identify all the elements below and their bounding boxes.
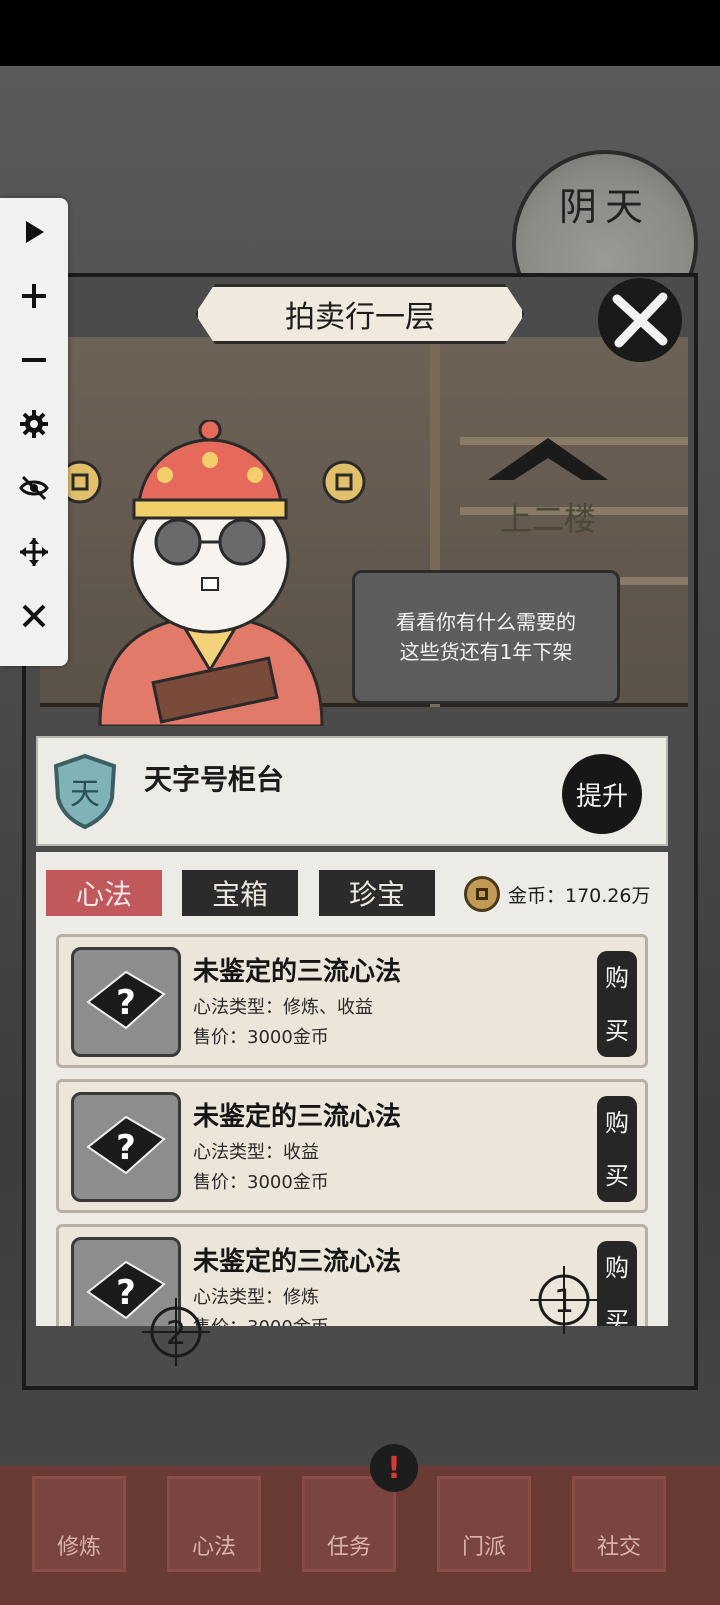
unknown-book-icon: ?	[71, 947, 181, 1057]
plus-icon	[22, 284, 46, 308]
tab-xinfa[interactable]: 心法	[46, 870, 162, 916]
svg-text:?: ?	[116, 983, 136, 1023]
nav-item-renwu[interactable]: 任务	[302, 1476, 396, 1572]
nav-label: 社交	[596, 1535, 641, 1560]
buy-label-bottom: 买	[605, 1161, 629, 1190]
nav-label: 心法	[191, 1535, 236, 1560]
marker-number: 2	[166, 1314, 186, 1352]
item-name: 未鉴定的三流心法	[193, 957, 402, 987]
close-icon	[612, 292, 668, 348]
item-price: 售价：3000金币	[193, 1027, 329, 1048]
shield-badge-icon: 天	[53, 753, 117, 830]
upstairs-button[interactable]: 上二楼	[478, 430, 618, 540]
nav-label: 修炼	[56, 1535, 101, 1560]
list-item: ? 未鉴定的三流心法 心法类型：收益 售价：3000金币 购 买	[56, 1079, 648, 1213]
tab-label: 心法	[75, 878, 132, 911]
alert-icon: !	[387, 1450, 401, 1486]
weather-text: 阴天	[558, 185, 651, 229]
crosshair-icon: 1	[530, 1266, 598, 1334]
floating-toolbar	[0, 198, 68, 666]
item-price: 售价：3000金币	[193, 1313, 329, 1326]
nav-item-xinfa[interactable]: 心法	[167, 1476, 261, 1572]
tab-baoxiang[interactable]: 宝箱	[182, 870, 298, 916]
coin-amount: 金币：170.26万	[508, 884, 651, 907]
close-button[interactable]	[598, 278, 682, 362]
currency-display: 金币：170.26万	[464, 874, 650, 914]
list-item: ? 未鉴定的三流心法 心法类型：修炼、收益 售价：3000金币 购 买	[56, 934, 648, 1068]
minus-icon	[22, 358, 46, 362]
close-icon	[22, 604, 46, 628]
marker-number: 1	[554, 1282, 574, 1320]
item-name: 未鉴定的三流心法	[193, 1102, 402, 1132]
buy-button[interactable]: 购 买	[597, 951, 637, 1057]
buy-button[interactable]: 购 买	[597, 1096, 637, 1202]
counter-section: 天 天字号柜台 提升	[36, 736, 668, 846]
nav-item-menpai[interactable]: 门派	[437, 1476, 531, 1572]
item-type: 心法类型：修炼、收益	[193, 997, 373, 1018]
play-icon	[26, 221, 44, 243]
svg-text:?: ?	[116, 1273, 136, 1313]
speech-line-1: 看看你有什么需要的	[396, 610, 576, 634]
nav-item-xiulian[interactable]: 修炼	[32, 1476, 126, 1572]
zoom-in-button[interactable]	[14, 276, 54, 316]
item-type: 心法类型：收益	[193, 1142, 319, 1163]
page-title-tag: 拍卖行一层	[195, 284, 525, 344]
buy-label-bottom: 买	[605, 1306, 629, 1327]
page-title: 拍卖行一层	[285, 300, 435, 335]
upstairs-label: 上二楼	[499, 500, 596, 538]
buy-button[interactable]: 购 买	[597, 1241, 637, 1326]
visibility-button[interactable]	[14, 468, 54, 508]
nav-label: 任务	[326, 1535, 371, 1560]
buy-label-top: 购	[605, 1253, 629, 1282]
alert-badge[interactable]: !	[370, 1444, 418, 1492]
eye-off-icon	[19, 475, 49, 501]
upgrade-button[interactable]: 提升	[562, 754, 642, 834]
crosshair-icon: 2	[142, 1298, 210, 1366]
crosshair-marker-2[interactable]: 2	[140, 1296, 212, 1368]
upgrade-label: 提升	[575, 781, 628, 812]
item-name: 未鉴定的三流心法	[193, 1247, 402, 1277]
tab-zhenbao[interactable]: 珍宝	[319, 870, 435, 916]
chevron-up-icon	[488, 438, 608, 480]
settings-button[interactable]	[14, 404, 54, 444]
toolbar-close-button[interactable]	[14, 596, 54, 636]
speech-bubble: 看看你有什么需要的 这些货还有1年下架	[352, 570, 620, 704]
nav-label: 门派	[461, 1535, 506, 1560]
tab-label: 宝箱	[211, 878, 268, 911]
counter-title: 天字号柜台	[144, 763, 285, 796]
unknown-book-icon: ?	[71, 1092, 181, 1202]
buy-label-top: 购	[605, 1108, 629, 1137]
status-bar	[0, 0, 720, 66]
goods-list-area: 心法 宝箱 珍宝 金币：170.26万 ? 未鉴定的三流心法 心法类型：修炼、收…	[36, 852, 668, 1326]
speech-line-2: 这些货还有1年下架	[399, 640, 573, 664]
gear-icon	[20, 410, 48, 438]
crosshair-marker-1[interactable]: 1	[528, 1264, 600, 1336]
tab-label: 珍宝	[348, 878, 405, 911]
buy-label-bottom: 买	[605, 1016, 629, 1045]
item-price: 售价：3000金币	[193, 1172, 329, 1193]
zoom-out-button[interactable]	[14, 340, 54, 380]
svg-text:?: ?	[116, 1128, 136, 1168]
play-button[interactable]	[14, 212, 54, 252]
move-icon	[20, 538, 48, 566]
shopkeeper-character	[60, 420, 366, 726]
move-button[interactable]	[14, 532, 54, 572]
nav-item-shejiao[interactable]: 社交	[572, 1476, 666, 1572]
badge-char: 天	[70, 777, 100, 812]
coin-icon	[464, 876, 500, 912]
buy-label-top: 购	[605, 963, 629, 992]
